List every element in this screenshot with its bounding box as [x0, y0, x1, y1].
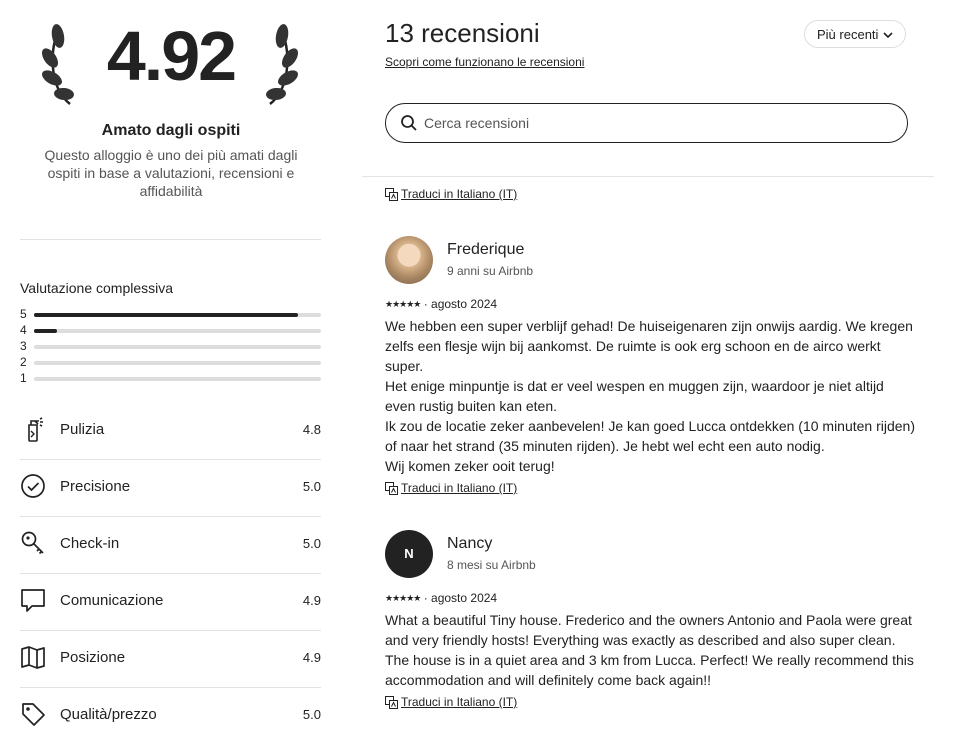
translate-label: Traduci in Italiano (IT) — [401, 481, 518, 495]
guest-favorite-title: Amato dagli ospiti — [101, 122, 241, 139]
search-icon — [401, 115, 417, 131]
rating-bar-label: 4 — [20, 323, 27, 337]
review-search-box[interactable] — [385, 103, 908, 143]
rating-bar-row: 5 — [20, 306, 321, 322]
translate-icon — [385, 482, 398, 495]
translate-icon — [385, 696, 398, 709]
review-rating-date: ★★★★★ · agosto 2024 — [385, 297, 497, 311]
spray-bottle-icon — [28, 417, 43, 442]
reviews-count: 13 recensioni — [385, 18, 540, 48]
rating-bar-track — [34, 345, 321, 349]
dot-separator: · — [423, 591, 428, 605]
category-rating-row: Precisione 5.0 — [20, 459, 321, 515]
category-rating-row: Posizione 4.9 — [20, 630, 321, 686]
category-value: 4.8 — [302, 422, 321, 437]
price-tag-icon — [22, 703, 45, 726]
category-value: 4.9 — [302, 650, 321, 665]
category-label: Posizione — [60, 649, 126, 666]
star-rating-icon: ★★★★★ — [385, 593, 421, 603]
category-rating-row: Comunicazione 4.9 — [20, 573, 321, 629]
avatar[interactable]: N — [385, 530, 433, 578]
how-reviews-work-link[interactable]: Scopri come funzionano le recensioni — [385, 55, 584, 69]
scroll-edge — [362, 160, 934, 177]
category-value: 4.9 — [302, 593, 321, 608]
reviewer-name: Nancy — [447, 535, 493, 552]
guest-favorite-badge: 4.92 — [20, 10, 322, 110]
reviewer-name: Frederique — [447, 241, 525, 258]
rating-bar-label: 5 — [20, 307, 27, 321]
translate-label: Traduci in Italiano (IT) — [401, 695, 518, 709]
rating-bar-track — [34, 361, 321, 365]
review-date: agosto 2024 — [431, 297, 498, 311]
review-text: What a beautiful Tiny house. Frederico a… — [385, 612, 914, 688]
avatar[interactable] — [385, 236, 433, 284]
rating-bar-fill — [34, 313, 299, 317]
reviews-panel: 13 recensioni Scopri come funzionano le … — [362, 0, 966, 730]
translate-label: Traduci in Italiano (IT) — [401, 187, 518, 201]
review-rating-date: ★★★★★ · agosto 2024 — [385, 591, 497, 605]
search-input[interactable] — [424, 113, 884, 133]
divider — [20, 239, 321, 240]
key-icon — [21, 531, 44, 555]
rating-bar-track — [34, 329, 321, 333]
rating-bar-row: 1 — [20, 370, 321, 386]
rating-bar-label: 3 — [20, 339, 27, 353]
rating-bar-fill — [34, 329, 57, 333]
rating-bar-track — [34, 313, 321, 317]
category-label: Check-in — [60, 535, 120, 552]
reviewer-meta: 9 anni su Airbnb — [447, 264, 534, 278]
category-value: 5.0 — [302, 536, 321, 551]
category-rating-row: Check-in 5.0 — [20, 516, 321, 572]
category-value: 5.0 — [302, 707, 321, 722]
rating-bar-row: 3 — [20, 338, 321, 354]
category-rating-row: Pulizia 4.8 — [20, 402, 321, 458]
category-label: Precisione — [60, 478, 131, 495]
star-rating-icon: ★★★★★ — [385, 299, 421, 309]
category-label: Comunicazione — [60, 592, 164, 609]
category-rating-row: Qualità/prezzo 5.0 — [20, 687, 321, 743]
rating-bar-label: 1 — [20, 371, 27, 385]
chat-bubble-icon — [21, 589, 45, 612]
ratings-summary-panel: 4.92 Amato dagli ospiti Questo alloggio … — [0, 0, 340, 730]
category-label: Pulizia — [60, 421, 105, 438]
laurel-right-icon — [266, 24, 298, 105]
review-text: We hebben een super verblijf gehad! De h… — [385, 318, 916, 474]
rating-bar-label: 2 — [20, 355, 27, 369]
reviewer-meta: 8 mesi su Airbnb — [447, 558, 536, 572]
translate-icon — [385, 188, 398, 201]
review-date: agosto 2024 — [431, 591, 498, 605]
map-icon — [21, 646, 45, 669]
rating-bar-row: 4 — [20, 322, 321, 338]
check-circle-icon — [21, 474, 45, 498]
dot-separator: · — [423, 297, 428, 311]
category-label: Qualità/prezzo — [60, 706, 157, 723]
rating-bar-row: 2 — [20, 354, 321, 370]
rating-bar-track — [34, 377, 321, 381]
sort-dropdown-button[interactable]: Più recenti — [804, 20, 906, 48]
sort-label: Più recenti — [817, 27, 879, 42]
chevron-down-icon — [883, 32, 893, 39]
reviews-list[interactable]: Traduci in Italiano (IT) Frederique 9 an… — [362, 160, 966, 730]
guest-favorite-description: Questo alloggio è uno dei più amati dagl… — [44, 147, 298, 199]
overall-rating-title: Valutazione complessiva — [20, 280, 174, 296]
category-value: 5.0 — [302, 479, 321, 494]
